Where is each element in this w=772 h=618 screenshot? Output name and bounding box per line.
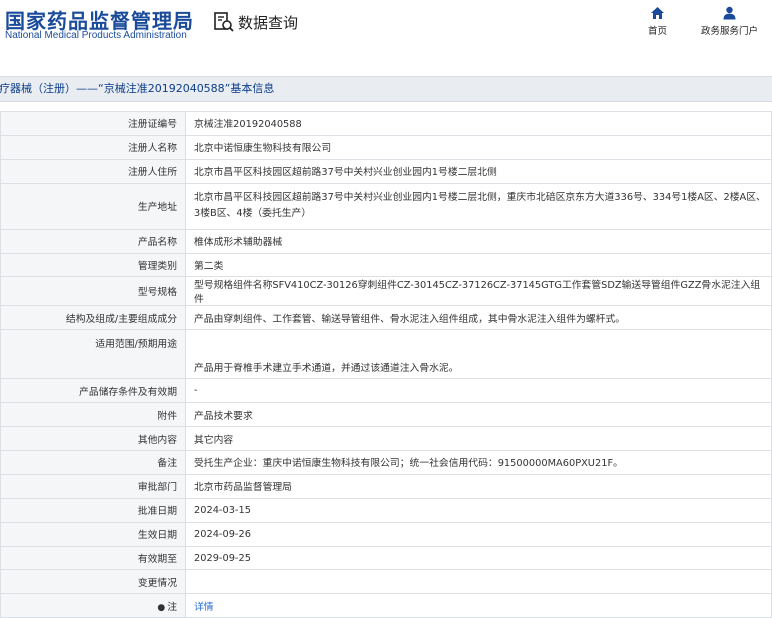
product-name-value: 椎体成形术辅助器械 [185, 228, 772, 254]
effective-date-value: 2024-09-26 [185, 521, 772, 547]
table-row: 管理类别 第二类 [0, 252, 772, 278]
search-document-icon [214, 12, 234, 32]
approval-department-value: 北京市药品监督管理局 [185, 473, 772, 499]
site-logo-subtitle: National Medical Products Administration [5, 30, 187, 41]
record-title-bar: 医疗器械（注册）——“京械注准20192040588”基本信息 [0, 76, 772, 102]
row-label: 生产地址 [0, 182, 186, 230]
table-row: ● 注 详情 [0, 593, 772, 618]
row-label: 结构及组成/主要组成成分 [0, 305, 186, 331]
registrant-address-value: 北京市昌平区科技园区超前路37号中关村兴业创业园内1号楼二层北侧 [185, 158, 772, 184]
note-value-cell: 详情 [185, 593, 772, 618]
row-label: 注册人住所 [0, 158, 186, 184]
intended-use-value: 产品用于脊椎手术建立手术通道，并通过该通道注入骨水泥。 [185, 329, 772, 380]
row-label: 备注 [0, 450, 186, 475]
data-query-heading[interactable]: 数据查询 [213, 11, 298, 33]
table-row: 结构及组成/主要组成成分 产品由穿刺组件、工作套管、输送导管组件、骨水泥注入组件… [0, 305, 772, 331]
table-row: 其他内容 其它内容 [0, 426, 772, 452]
row-label: 附件 [0, 402, 186, 428]
table-row: 注册证编号 京械注准20192040588 [0, 111, 772, 136]
row-label: 其他内容 [0, 426, 186, 452]
table-row: 型号规格 型号规格组件名称SFV410CZ-30126穿刺组件CZ-30145C… [0, 276, 772, 307]
change-status-value [185, 569, 772, 595]
table-row: 注册人名称 北京中诺恒康生物科技有限公司 [0, 134, 772, 160]
approval-date-value: 2024-03-15 [185, 497, 772, 523]
table-row: 生产地址 北京市昌平区科技园区超前路37号中关村兴业创业园内1号楼二层北侧，重庆… [0, 182, 772, 230]
table-row: 有效期至 2029-09-25 [0, 545, 772, 571]
other-content-value: 其它内容 [185, 426, 772, 452]
row-label: 变更情况 [0, 569, 186, 595]
note-label: 注 [167, 601, 177, 613]
table-row: 批准日期 2024-03-15 [0, 497, 772, 523]
home-icon [651, 7, 664, 19]
storage-validity-value: - [185, 378, 772, 404]
table-row: 变更情况 [0, 569, 772, 595]
row-label: 注册证编号 [0, 111, 186, 136]
attachment-value: 产品技术要求 [185, 402, 772, 428]
nav-home[interactable]: 首页 [648, 6, 667, 37]
row-label: 有效期至 [0, 545, 186, 571]
nav-service-portal[interactable]: 政务服务门户 [701, 6, 758, 37]
nav-service-portal-label: 政务服务门户 [701, 26, 759, 37]
details-link[interactable]: 详情 [194, 602, 214, 613]
expiry-date-value: 2029-09-25 [185, 545, 772, 571]
registration-info-table: 注册证编号 京械注准20192040588 注册人名称 北京中诺恒康生物科技有限… [0, 111, 772, 618]
row-label: 适用范围/预期用途 [0, 329, 186, 380]
table-row: 产品储存条件及有效期 - [0, 378, 772, 404]
row-label: 管理类别 [0, 252, 186, 278]
table-row: 适用范围/预期用途 产品用于脊椎手术建立手术通道，并通过该通道注入骨水泥。 [0, 329, 772, 380]
production-address-value: 北京市昌平区科技园区超前路37号中关村兴业创业园内1号楼二层北侧，重庆市北碚区京… [185, 182, 772, 230]
nav-home-label: 首页 [648, 26, 668, 37]
note-icon: ● [157, 602, 166, 613]
table-row: 备注 受托生产企业：重庆中诺恒康生物科技有限公司；统一社会信用代码：915000… [0, 450, 772, 475]
row-label: 审批部门 [0, 473, 186, 499]
table-row: 注册人住所 北京市昌平区科技园区超前路37号中关村兴业创业园内1号楼二层北侧 [0, 158, 772, 184]
user-icon [723, 6, 736, 20]
table-row: 产品名称 椎体成形术辅助器械 [0, 228, 772, 254]
table-row: 审批部门 北京市药品监督管理局 [0, 473, 772, 499]
row-label: 生效日期 [0, 521, 186, 547]
record-title: 医疗器械（注册）——“京械注准20192040588”基本信息 [0, 82, 275, 95]
data-query-label: 数据查询 [238, 13, 299, 32]
row-label: 型号规格 [0, 276, 186, 307]
row-label: 产品名称 [0, 228, 186, 254]
row-label: 批准日期 [0, 497, 186, 523]
registrant-name-value: 北京中诺恒康生物科技有限公司 [185, 134, 772, 160]
row-label: 产品储存条件及有效期 [0, 378, 186, 404]
remarks-value: 受托生产企业：重庆中诺恒康生物科技有限公司；统一社会信用代码：91500000M… [185, 450, 772, 475]
row-label: 注册人名称 [0, 134, 186, 160]
site-header: 国家药品监督管理局 National Medical Products Admi… [0, 0, 772, 64]
table-row: 生效日期 2024-09-26 [0, 521, 772, 547]
structure-composition-value: 产品由穿刺组件、工作套管、输送导管组件、骨水泥注入组件组成，其中骨水泥注入组件为… [185, 305, 772, 331]
table-row: 附件 产品技术要求 [0, 402, 772, 428]
registration-number-value: 京械注准20192040588 [185, 111, 772, 136]
model-spec-value: 型号规格组件名称SFV410CZ-30126穿刺组件CZ-30145CZ-371… [185, 276, 772, 307]
management-category-value: 第二类 [185, 252, 772, 278]
note-label-cell: ● 注 [0, 593, 186, 618]
